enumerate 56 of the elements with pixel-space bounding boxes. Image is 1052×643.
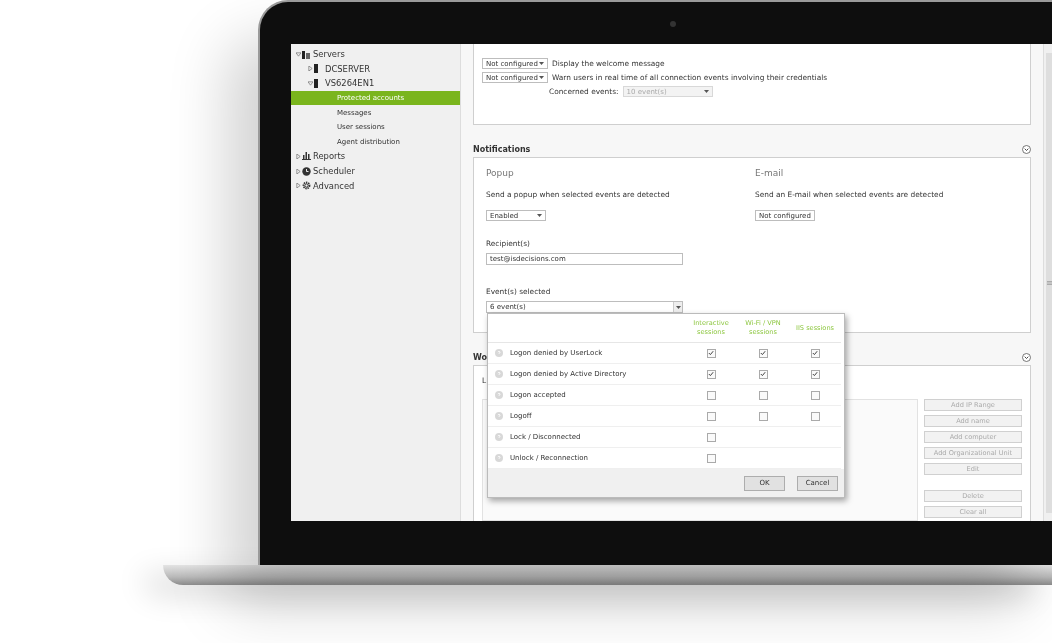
checkbox[interactable]	[758, 348, 768, 358]
caret-icon	[539, 62, 544, 65]
clock-icon	[302, 166, 311, 176]
section-title: Notifications	[473, 144, 531, 154]
camera-dot	[670, 21, 676, 27]
checkbox[interactable]	[810, 411, 820, 421]
section-title: Wo	[473, 352, 488, 362]
expanded-triangle-icon[interactable]	[295, 51, 301, 57]
expanded-triangle-icon[interactable]	[307, 81, 313, 86]
tree-item[interactable]: Advanced	[291, 178, 460, 193]
help-icon[interactable]	[495, 433, 503, 441]
checkbox[interactable]	[810, 390, 820, 400]
collapsed-triangle-icon[interactable]	[307, 66, 313, 72]
scrollbar[interactable]	[1043, 44, 1052, 521]
checkbox[interactable]	[810, 348, 820, 358]
checkbox[interactable]	[758, 411, 768, 421]
tree-item-label: Advanced	[313, 180, 355, 191]
help-icon[interactable]	[495, 454, 503, 462]
column-title: E-mail	[755, 168, 784, 178]
tree-item-label: Servers	[313, 49, 345, 60]
collapse-chevron-icon[interactable]	[1022, 352, 1031, 362]
checkbox[interactable]	[706, 411, 716, 421]
tree-item-label: DCSERVER	[325, 63, 371, 74]
tree-item-label: Reports	[313, 151, 346, 162]
grip-icon[interactable]	[1046, 280, 1052, 285]
checkbox[interactable]	[810, 369, 820, 379]
help-icon[interactable]	[495, 370, 503, 378]
tree-item[interactable]: DCSERVER	[291, 61, 460, 77]
bar-chart-icon	[302, 152, 311, 161]
tree-item[interactable]: Reports	[291, 149, 460, 164]
help-icon[interactable]	[495, 391, 503, 399]
tree-item[interactable]: Scheduler	[291, 163, 460, 179]
gear-icon	[302, 181, 311, 191]
tree-item-label: VS6264EN1	[325, 78, 375, 89]
servers-icon	[302, 49, 311, 59]
tree-item[interactable]: VS6264EN1	[291, 76, 460, 91]
checkbox[interactable]	[706, 432, 716, 442]
caret-icon	[539, 76, 544, 79]
collapsed-triangle-icon[interactable]	[295, 168, 301, 174]
column-title: Popup	[486, 168, 514, 178]
checkbox[interactable]	[706, 369, 716, 379]
caret-icon	[537, 214, 542, 217]
tree-item[interactable]: Servers	[291, 47, 460, 62]
collapse-chevron-icon[interactable]	[1022, 144, 1031, 154]
tree-item-label: Scheduler	[313, 166, 355, 177]
help-icon[interactable]	[495, 412, 503, 420]
checkbox[interactable]	[706, 390, 716, 400]
checkbox[interactable]	[706, 348, 716, 358]
collapsed-triangle-icon[interactable]	[295, 153, 301, 159]
checkbox[interactable]	[758, 369, 768, 379]
help-icon[interactable]	[495, 349, 503, 357]
checkbox[interactable]	[758, 390, 768, 400]
collapsed-triangle-icon[interactable]	[295, 183, 301, 189]
checkbox[interactable]	[706, 453, 716, 463]
caret-icon	[675, 305, 681, 309]
caret-icon	[703, 90, 709, 93]
